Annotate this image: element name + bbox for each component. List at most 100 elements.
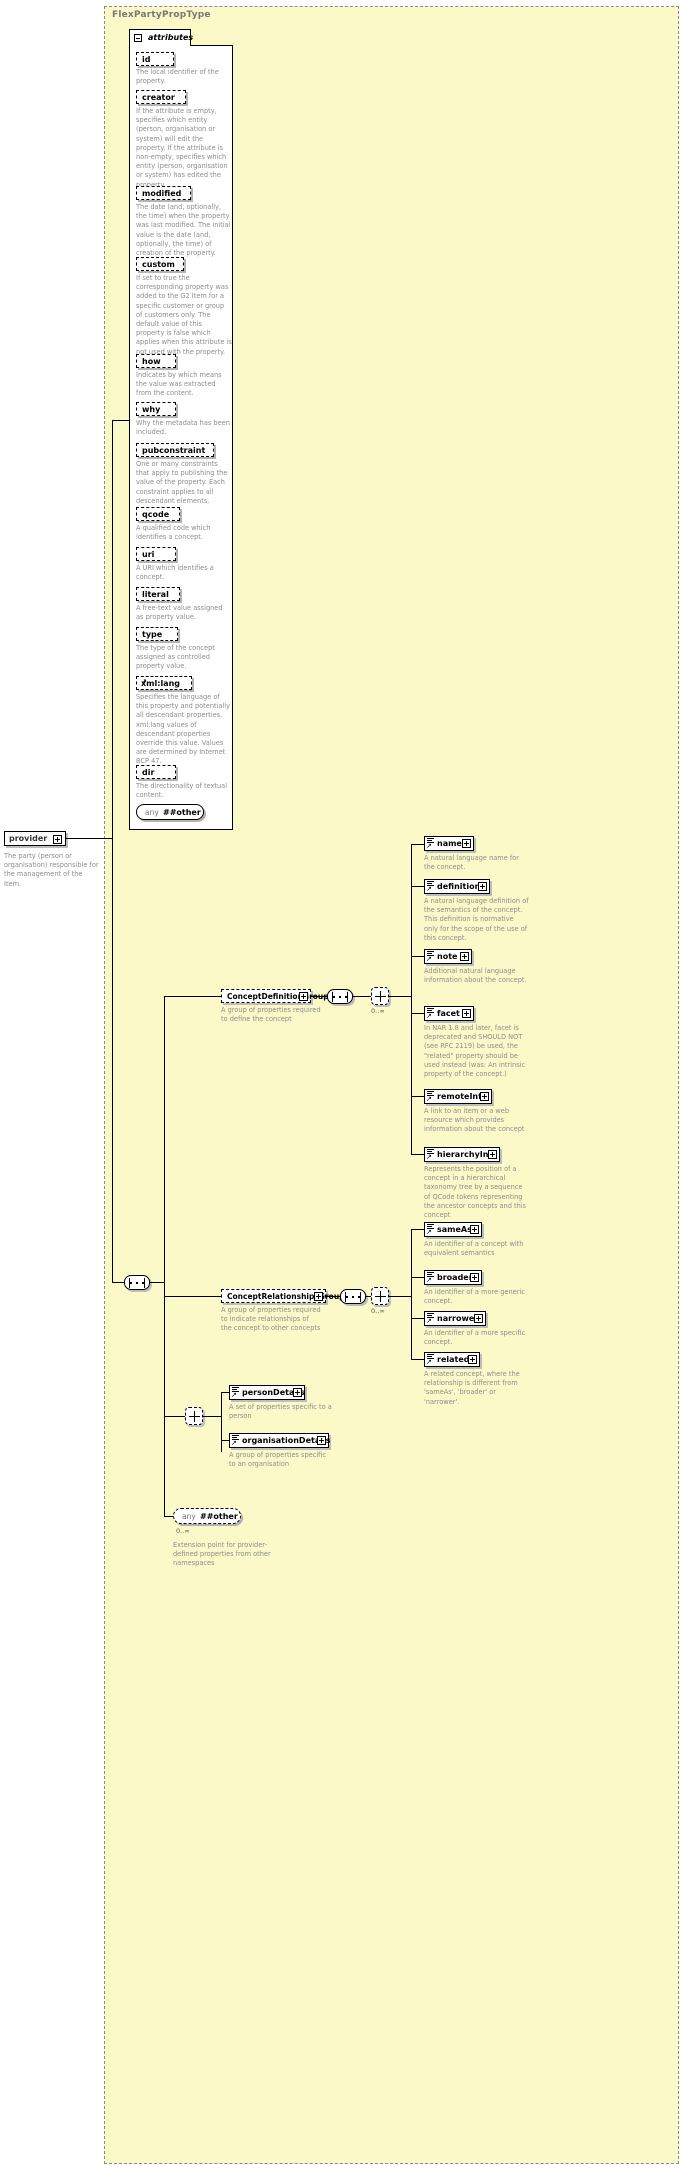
- group-conceptrelationshipsgroup[interactable]: ConceptRelationshipsGroup: [221, 1289, 345, 1303]
- expand-plus-icon[interactable]: [460, 952, 469, 961]
- element-label: note: [437, 952, 458, 961]
- expand-plus-icon[interactable]: [470, 1225, 479, 1234]
- expand-plus-icon[interactable]: [317, 1436, 326, 1445]
- attribute-name: how: [142, 357, 161, 366]
- attribute-custom[interactable]: custom: [136, 257, 184, 271]
- attribute-id-doc: The local identifier of the property.: [136, 68, 219, 86]
- attribute-name: literal: [142, 590, 169, 599]
- choice-connector-details[interactable]: [185, 1407, 203, 1425]
- expand-plus-icon[interactable]: [53, 835, 62, 844]
- element-narrower[interactable]: ↗ narrower: [424, 1311, 486, 1326]
- element-name-doc: A natural language name for the concept.: [424, 854, 519, 872]
- extension-doc: Extension point for provider-defined pro…: [173, 1541, 271, 1568]
- any-prefix-label: any: [182, 1512, 196, 1521]
- attribute-uri[interactable]: uri: [136, 547, 176, 561]
- element-broader[interactable]: ↗ broader: [424, 1270, 482, 1285]
- connector-line: [164, 1516, 173, 1517]
- element-related[interactable]: ↗ related: [424, 1352, 480, 1367]
- element-persondetails-doc: A set of properties specific to a person: [229, 1403, 332, 1421]
- sequence-bar: [360, 1292, 361, 1302]
- expand-plus-icon[interactable]: [478, 882, 487, 891]
- sequence-connector-relationships[interactable]: [340, 1289, 366, 1304]
- expand-plus-icon[interactable]: [488, 1150, 497, 1159]
- element-hierarchyinfo[interactable]: ↗ hierarchyInfo: [424, 1147, 500, 1162]
- provider-element[interactable]: provider: [4, 831, 66, 846]
- connector-line: [311, 996, 327, 997]
- attribute-how[interactable]: how: [136, 354, 176, 368]
- extension-any-other[interactable]: any ##other: [173, 1508, 241, 1524]
- expand-plus-icon[interactable]: [468, 1355, 477, 1364]
- namespace-arrow-icon: ↗: [426, 1358, 432, 1366]
- element-organisationdetails[interactable]: ↗ organisationDetails: [229, 1433, 330, 1448]
- attribute-pubconstraint[interactable]: pubconstraint: [136, 443, 214, 457]
- attribute-creator[interactable]: creator: [136, 90, 186, 104]
- namespace-arrow-icon: ↗: [231, 1391, 237, 1399]
- element-facet[interactable]: ↗ facet: [424, 1006, 474, 1021]
- expand-plus-icon[interactable]: [474, 1314, 483, 1323]
- choice-switch-icon: [375, 991, 386, 1002]
- attribute-literal-doc: A free-text value assigned as property v…: [136, 604, 223, 622]
- element-note[interactable]: ↗ note: [424, 949, 472, 964]
- element-persondetails[interactable]: ↗ personDetails: [229, 1385, 305, 1400]
- expand-plus-icon[interactable]: [480, 1092, 489, 1101]
- attributes-any-other[interactable]: any ##other: [136, 804, 204, 820]
- attribute-name: id: [142, 55, 151, 64]
- collapse-minus-icon[interactable]: [134, 34, 142, 42]
- group-conceptdefinitiongroup-doc: A group of properties required to define…: [221, 1006, 321, 1024]
- expand-plus-icon[interactable]: [299, 992, 308, 1001]
- connector-line: [353, 996, 371, 997]
- connector-line: [411, 844, 412, 1154]
- element-label: related: [437, 1355, 470, 1364]
- element-organisationdetails-doc: A group of properties specific to an org…: [229, 1451, 326, 1469]
- attribute-name: pubconstraint: [142, 446, 206, 455]
- attribute-name: creator: [142, 93, 175, 102]
- provider-label: provider: [9, 834, 48, 843]
- attribute-dir[interactable]: dir: [136, 765, 176, 779]
- namespace-arrow-icon: ↗: [231, 1439, 237, 1447]
- element-narrower-doc: An identifier of a more specific concept…: [424, 1329, 526, 1347]
- element-remoteinfo[interactable]: ↗ remoteInfo: [424, 1089, 492, 1104]
- connector-line: [411, 886, 424, 887]
- cardinality-relationships: 0..∞: [371, 1307, 385, 1315]
- expand-plus-icon[interactable]: [293, 1388, 302, 1397]
- attribute-literal[interactable]: literal: [136, 587, 180, 601]
- expand-plus-icon[interactable]: [462, 1009, 471, 1018]
- any-namespace-label: ##other: [163, 808, 201, 817]
- attribute-name: why: [142, 405, 161, 414]
- attribute-uri-doc: A URI which identifies a concept.: [136, 564, 214, 582]
- expand-plus-icon[interactable]: [314, 1292, 323, 1301]
- element-label: broader: [437, 1273, 473, 1282]
- choice-switch-icon: [375, 1291, 386, 1302]
- element-name[interactable]: ↗ name: [424, 836, 474, 851]
- element-sameas[interactable]: ↗ sameAs: [424, 1222, 482, 1237]
- provider-doc: The party (person or organisation) respo…: [4, 852, 99, 888]
- choice-connector-definition[interactable]: [371, 987, 389, 1005]
- sequence-connector-definition[interactable]: [327, 989, 353, 1004]
- attribute-why[interactable]: why: [136, 402, 176, 416]
- attribute-why-doc: Why the metadata has been included.: [136, 419, 230, 437]
- attribute-modified[interactable]: modified: [136, 186, 191, 200]
- expand-plus-icon[interactable]: [470, 1273, 479, 1282]
- attribute-id[interactable]: id: [136, 52, 174, 66]
- namespace-arrow-icon: ↗: [426, 1095, 432, 1103]
- namespace-arrow-icon: ↗: [426, 885, 432, 893]
- main-sequence-connector[interactable]: [124, 1275, 150, 1290]
- connector-line: [411, 1013, 424, 1014]
- cardinality-extension: 0..∞: [176, 1527, 190, 1535]
- sequence-bar: [144, 1278, 145, 1288]
- attributes-tab[interactable]: attributes: [129, 29, 193, 46]
- attribute-qcode[interactable]: qcode: [136, 507, 180, 521]
- attribute-xml-lang[interactable]: xml:lang ↗: [136, 676, 192, 690]
- attribute-name: custom: [142, 260, 175, 269]
- element-definition[interactable]: ↗ definition: [424, 879, 490, 894]
- group-conceptrelationshipsgroup-doc: A group of properties required to indica…: [221, 1306, 321, 1333]
- any-namespace-label: ##other: [200, 1512, 238, 1521]
- attribute-how-doc: Indicates by which means the value was e…: [136, 371, 222, 398]
- expand-plus-icon[interactable]: [462, 839, 471, 848]
- element-related-doc: A related concept, where the relationshi…: [424, 1370, 520, 1406]
- choice-connector-relationships[interactable]: [371, 1287, 389, 1305]
- connector-line: [112, 1282, 124, 1283]
- namespace-arrow-icon: ↗: [426, 1228, 432, 1236]
- attribute-type[interactable]: type: [136, 627, 178, 641]
- group-conceptdefinitiongroup[interactable]: ConceptDefinitionGroup: [221, 989, 329, 1003]
